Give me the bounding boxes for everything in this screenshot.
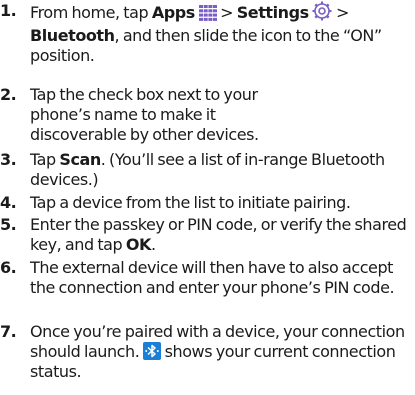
ok-label: OK: [125, 235, 152, 254]
scan-label: Scan: [59, 150, 101, 169]
apps-label: Apps: [151, 3, 195, 22]
step-2: 2. Tap the check box next to your phone’…: [0, 85, 400, 145]
step-text: From home, tap: [30, 3, 152, 22]
step-4: 4. Tap a device from the list to initiat…: [0, 193, 415, 213]
step-text: Tap a device from the list to initiate p…: [30, 193, 351, 212]
step-text: The external device will then have to al…: [30, 258, 395, 297]
apps-grid-icon: [198, 5, 217, 26]
step-3: 3. Tap Scan. (You’ll see a list of in-ra…: [0, 150, 415, 190]
step-number: 5.: [0, 215, 17, 234]
step-text: Tap: [30, 150, 60, 169]
step-1: 1. From home, tap Apps > Settings > Blue…: [0, 1, 415, 66]
step-number: 2.: [0, 85, 17, 104]
step-number: 1.: [0, 1, 17, 20]
step-7: 7. Once you’re paired with a device, you…: [0, 322, 415, 382]
separator: >: [216, 3, 237, 22]
step-number: 7.: [0, 322, 17, 341]
step-number: 4.: [0, 193, 17, 212]
settings-gear-icon: [312, 1, 332, 26]
step-6: 6. The external device will then have to…: [0, 258, 415, 298]
step-number: 3.: [0, 150, 17, 169]
step-5: 5. Enter the passkey or PIN code, or ver…: [0, 215, 415, 255]
step-number: 6.: [0, 258, 17, 277]
step-text: .: [150, 235, 156, 254]
step-text: Enter the passkey or PIN code, or verify…: [30, 215, 407, 254]
step-text: Tap the check box next to your phone’s n…: [30, 85, 259, 144]
bluetooth-connected-icon: [143, 342, 161, 360]
separator: >: [332, 3, 349, 22]
settings-label: Settings: [236, 3, 309, 22]
bluetooth-label: Bluetooth: [30, 26, 115, 45]
